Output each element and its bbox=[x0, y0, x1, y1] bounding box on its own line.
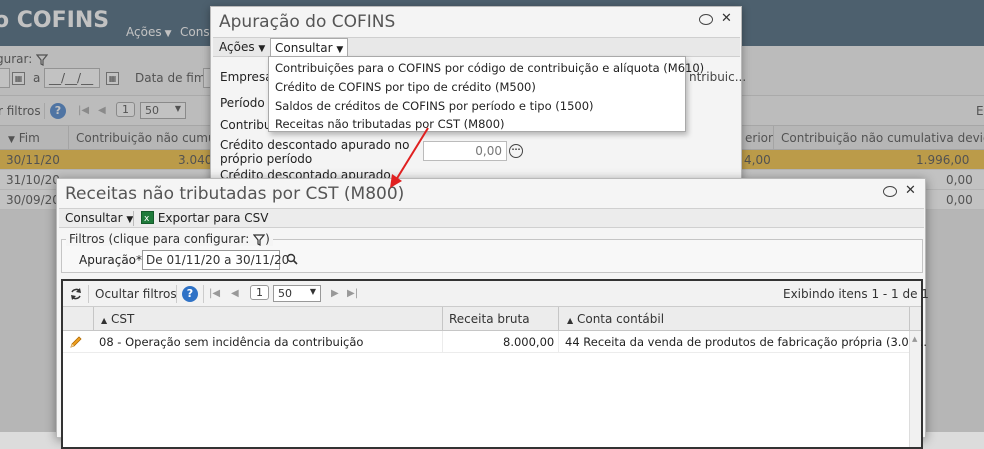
menu-item-1500[interactable]: Saldos de créditos de COFINS por período… bbox=[275, 99, 594, 113]
excel-icon: x bbox=[141, 211, 154, 224]
next-page-icon[interactable]: ▶ bbox=[331, 288, 339, 299]
showing-items-text: Exibindo itens 1 - 1 de 1 bbox=[783, 287, 929, 301]
contribuicao-label: Contribui bbox=[220, 118, 275, 132]
hide-filters-button[interactable]: Ocultar filtros bbox=[95, 287, 177, 301]
grid-toolbar: Ocultar filtros ? |◀ ◀ 1 50 ▼ ▶ ▶| Exibin… bbox=[63, 281, 929, 307]
help-icon[interactable]: ? bbox=[182, 286, 198, 302]
page-number[interactable]: 1 bbox=[250, 285, 269, 300]
menu-item-m800[interactable]: Receitas não tributadas por CST (M800) bbox=[275, 117, 505, 131]
menu-consultar[interactable]: Consultar ▼ bbox=[61, 209, 137, 228]
empresa-label: Empresa bbox=[220, 70, 273, 84]
search-icon[interactable] bbox=[286, 253, 298, 265]
close-icon[interactable]: ✕ bbox=[905, 183, 916, 198]
credito-proprio-label-2: próprio período bbox=[220, 152, 313, 166]
cell-conta-contabil: 44 Receita da venda de produtos de fabri… bbox=[565, 335, 928, 349]
apuracao-label: Apuração* bbox=[79, 253, 143, 267]
last-page-icon[interactable]: ▶| bbox=[347, 288, 358, 299]
export-csv-button[interactable]: x Exportar para CSV bbox=[137, 209, 273, 228]
chevron-down-icon: ▼ bbox=[258, 44, 266, 54]
apuracao-input[interactable]: De 01/11/20 a 30/11/20 bbox=[142, 250, 289, 270]
grid-header: ▲ CST Receita bruta ▲ Conta contábil bbox=[63, 307, 921, 331]
chevron-down-icon: ▼ bbox=[336, 45, 344, 55]
cell-cst: 08 - Operação sem incidência da contribu… bbox=[99, 335, 364, 349]
svg-text:x: x bbox=[144, 214, 150, 224]
dialog-menubar: Ações ▼ Consultar ▼ bbox=[213, 37, 740, 57]
scroll-up-icon[interactable]: ▲ bbox=[912, 335, 917, 343]
consultar-dropdown: Contribuições para o COFINS por código d… bbox=[268, 56, 704, 132]
dialog-title: Apuração do COFINS bbox=[219, 12, 396, 32]
first-page-icon[interactable]: |◀ bbox=[209, 288, 220, 299]
credito-proprio-label: Crédito descontado apurado no bbox=[220, 138, 410, 152]
dialog-receitas-m800: Receitas não tributadas por CST (M800) ✕… bbox=[56, 178, 929, 449]
dialog-title: Receitas não tributadas por CST (M800) bbox=[65, 184, 405, 204]
credito-proprio-input[interactable]: 0,00 bbox=[423, 141, 507, 161]
prev-page-icon[interactable]: ◀ bbox=[231, 288, 239, 299]
dialog-menubar: Consultar ▼ x Exportar para CSV bbox=[59, 208, 924, 228]
more-icon[interactable]: ··· bbox=[509, 144, 523, 158]
comment-icon[interactable] bbox=[699, 14, 713, 25]
close-icon[interactable]: ✕ bbox=[721, 11, 732, 26]
filters-fieldset: Filtros (clique para configurar: ) Apura… bbox=[61, 232, 923, 273]
menu-item-m610[interactable]: Contribuições para o COFINS por código d… bbox=[275, 61, 704, 75]
vertical-scrollbar[interactable]: ▲ bbox=[909, 331, 921, 447]
sort-asc-icon: ▲ bbox=[567, 316, 574, 325]
comment-icon[interactable] bbox=[883, 186, 897, 197]
refresh-icon[interactable] bbox=[69, 287, 83, 301]
col-conta-contabil[interactable]: ▲ Conta contábil bbox=[567, 312, 664, 326]
sort-asc-icon: ▲ bbox=[101, 316, 108, 325]
menu-acoes[interactable]: Ações ▼ bbox=[215, 38, 269, 57]
col-receita-bruta[interactable]: Receita bruta bbox=[449, 312, 530, 326]
cell-receita-bruta: 8.000,00 bbox=[503, 335, 555, 349]
col-cst[interactable]: ▲ CST bbox=[101, 312, 134, 326]
menu-item-m500[interactable]: Crédito de COFINS por tipo de crédito (M… bbox=[275, 80, 536, 94]
filter-icon bbox=[252, 233, 266, 246]
edit-pencil-icon[interactable] bbox=[69, 335, 83, 349]
filters-legend[interactable]: Filtros (clique para configurar: ) bbox=[66, 232, 273, 246]
chevron-down-icon: ▼ bbox=[309, 287, 316, 296]
menu-consultar[interactable]: Consultar ▼ bbox=[270, 38, 349, 57]
table-row[interactable]: 08 - Operação sem incidência da contribu… bbox=[63, 331, 927, 353]
results-grid: Ocultar filtros ? |◀ ◀ 1 50 ▼ ▶ ▶| Exibin… bbox=[61, 279, 929, 449]
page-size-select[interactable]: 50 ▼ bbox=[273, 285, 321, 302]
